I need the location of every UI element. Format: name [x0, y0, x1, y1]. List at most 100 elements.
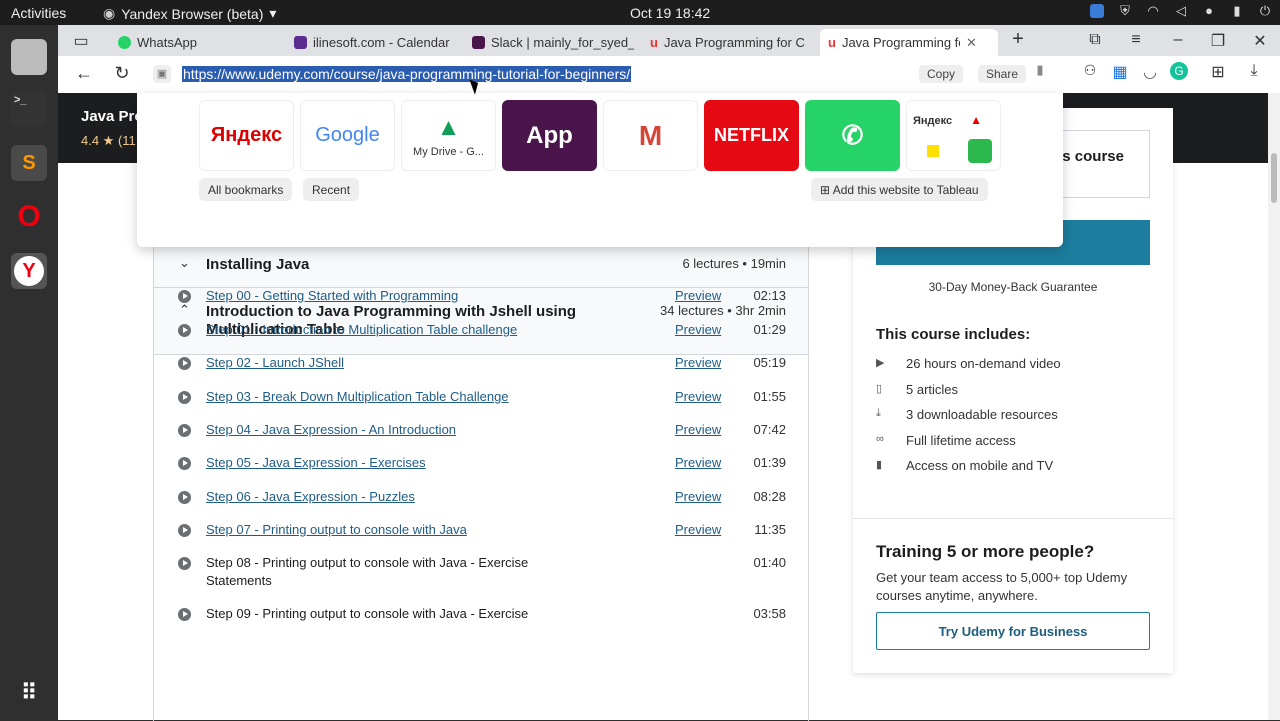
lecture-title[interactable]: Step 07 - Printing output to console wit…	[206, 521, 546, 539]
lecture-duration: 11:35	[754, 522, 786, 537]
minimize-icon[interactable]: –	[1168, 31, 1188, 49]
app-grid-icon[interactable]: ⠿	[11, 675, 47, 711]
wifi-icon[interactable]: ◠	[1146, 4, 1160, 18]
lecture-title[interactable]: Step 05 - Java Expression - Exercises	[206, 454, 546, 472]
volume-icon[interactable]: ◁	[1174, 4, 1188, 18]
video-icon[interactable]	[1090, 4, 1104, 18]
terminal-icon[interactable]: >_	[11, 91, 47, 127]
note-icon	[927, 145, 939, 157]
files-icon[interactable]	[11, 39, 47, 75]
extension-grid-icon[interactable]: ▦	[1110, 62, 1130, 82]
preview-link[interactable]: Preview	[675, 287, 721, 305]
power-icon[interactable]: ⏻	[1258, 4, 1272, 18]
battery-icon[interactable]: ▮	[1230, 4, 1244, 18]
yandex-icon: ◉	[103, 5, 116, 21]
include-text: 3 downloadable resources	[906, 407, 1058, 422]
copy-button[interactable]: Copy	[919, 65, 964, 83]
divider	[853, 518, 1173, 519]
lecture-duration: 01:40	[753, 555, 786, 570]
extension-cycle-icon[interactable]: ⚇	[1080, 62, 1100, 79]
bookmark-app[interactable]: App	[502, 100, 597, 171]
reload-icon[interactable]: ↻	[112, 63, 132, 84]
lecture-duration: 08:28	[753, 489, 786, 504]
preview-link[interactable]: Preview	[675, 421, 721, 439]
section-installing-java[interactable]: ⌄ Installing Java 6 lectures • 19min	[154, 242, 808, 288]
preview-link[interactable]: Preview	[675, 388, 721, 406]
lock-icon[interactable]: ▣	[153, 65, 171, 83]
lecture-title[interactable]: Step 01 - Introduction to Multiplication…	[206, 321, 546, 339]
refresh-app-icon	[968, 139, 992, 163]
all-bookmarks-button[interactable]: All bookmarks	[199, 178, 293, 201]
add-to-tableau-button[interactable]: ⊞ Add this website to Tableau	[811, 178, 988, 201]
lecture-title[interactable]: Step 02 - Launch JShell	[206, 354, 546, 372]
lecture-title[interactable]: Step 04 - Java Expression - An Introduct…	[206, 421, 546, 439]
preview-link[interactable]: Preview	[675, 521, 721, 539]
tab-slack[interactable]: Slack | mainly_for_syed_	[464, 29, 634, 56]
mic-icon[interactable]: ●	[1202, 4, 1216, 18]
tab-label: WhatsApp	[137, 35, 197, 50]
preview-link[interactable]: Preview	[675, 454, 721, 472]
address-bar: ← ↻ ▣ https://www.udemy.com/course/java-…	[58, 56, 1280, 93]
shield-icon[interactable]: ⛨	[1118, 4, 1132, 18]
sidebar-toggle-icon[interactable]: ▭	[71, 31, 91, 51]
training-text: Get your team access to 5,000+ top Udemy…	[876, 570, 1128, 603]
bookmark-whatsapp[interactable]: ✆	[805, 100, 900, 171]
bookmark-folder[interactable]: Яндекс ▲	[906, 100, 1001, 171]
bookmark-yandex[interactable]: Яндекс	[199, 100, 294, 171]
play-icon	[178, 324, 191, 337]
dock: >_ S O Y ⠿	[0, 25, 58, 720]
bookmark-gmail[interactable]: M	[603, 100, 698, 171]
window-close-icon[interactable]: ✕	[1250, 31, 1270, 51]
back-icon[interactable]: ←	[74, 63, 94, 84]
yandex-browser-icon[interactable]: Y	[11, 253, 47, 289]
bookmark-label: Яндекс	[210, 124, 283, 146]
lecture-title[interactable]: Step 00 - Getting Started with Programmi…	[206, 287, 546, 305]
activities-button[interactable]: Activities	[11, 5, 66, 21]
play-icon	[178, 608, 191, 621]
lecture-title: Step 09 - Printing output to console wit…	[206, 606, 529, 621]
sublime-icon[interactable]: S	[11, 145, 47, 181]
tab-whatsapp[interactable]: WhatsApp	[110, 29, 280, 56]
bookmark-icon[interactable]: ▮	[1030, 62, 1050, 78]
new-tab-button[interactable]: +	[1008, 28, 1028, 51]
app-menu[interactable]: ◉ Yandex Browser (beta) ▾	[103, 5, 276, 22]
close-icon[interactable]: ✕	[966, 35, 977, 51]
play-icon	[178, 424, 191, 437]
maximize-icon[interactable]: ❐	[1208, 31, 1228, 51]
lecture-title[interactable]: Step 03 - Break Down Multiplication Tabl…	[206, 388, 546, 406]
grammarly-icon[interactable]: G	[1170, 62, 1188, 80]
tab-udemy-1[interactable]: u Java Programming for C	[642, 29, 812, 56]
bookmark-my-drive[interactable]: ▲ My Drive - G...	[401, 100, 496, 171]
recent-button[interactable]: Recent	[303, 178, 360, 201]
preview-link[interactable]: Preview	[675, 321, 721, 339]
lecture-title[interactable]: Step 06 - Java Expression - Puzzles	[206, 488, 546, 506]
preview-link[interactable]: Preview	[675, 354, 721, 372]
tab-label: Java Programming for C	[663, 35, 805, 50]
try-business-button[interactable]: Try Udemy for Business	[876, 612, 1150, 650]
extension-icon[interactable]: ⊞	[1208, 62, 1228, 82]
bookmark-label: App	[526, 121, 573, 149]
system-tray[interactable]: ⛨ ◠ ◁ ● ▮ ⏻	[1090, 4, 1272, 18]
scrollbar[interactable]	[1268, 93, 1280, 720]
bookmark-label: Яндекс	[913, 115, 953, 127]
include-text: 5 articles	[906, 382, 959, 397]
section-title: Installing Java	[206, 256, 310, 273]
pocket-icon[interactable]: ◡	[1140, 62, 1160, 82]
clock[interactable]: Oct 19 18:42	[630, 5, 710, 21]
tab-calendar[interactable]: ilinesoft.com - Calendar	[286, 29, 456, 56]
tab-udemy-active[interactable]: u Java Programming for ✕	[820, 29, 998, 56]
bookmarks-icon[interactable]: ⧉	[1085, 31, 1105, 49]
slack-icon	[472, 36, 485, 49]
bookmark-google[interactable]: Google	[300, 100, 395, 171]
course-title: Java Pro	[81, 108, 144, 125]
url-input[interactable]: https://www.udemy.com/course/java-progra…	[182, 66, 632, 82]
share-button[interactable]: Share	[978, 65, 1027, 83]
preview-link[interactable]: Preview	[675, 488, 721, 506]
scrollbar-thumb[interactable]	[1271, 153, 1277, 203]
bookmark-netflix[interactable]: NETFLIX	[704, 100, 799, 171]
lecture-duration: 01:39	[753, 455, 786, 470]
add-label: Add this website to Tableau	[832, 183, 979, 197]
menu-icon[interactable]: ≡	[1126, 31, 1146, 49]
opera-icon[interactable]: O	[11, 199, 47, 235]
downloads-icon[interactable]: ⤓	[1244, 62, 1264, 80]
